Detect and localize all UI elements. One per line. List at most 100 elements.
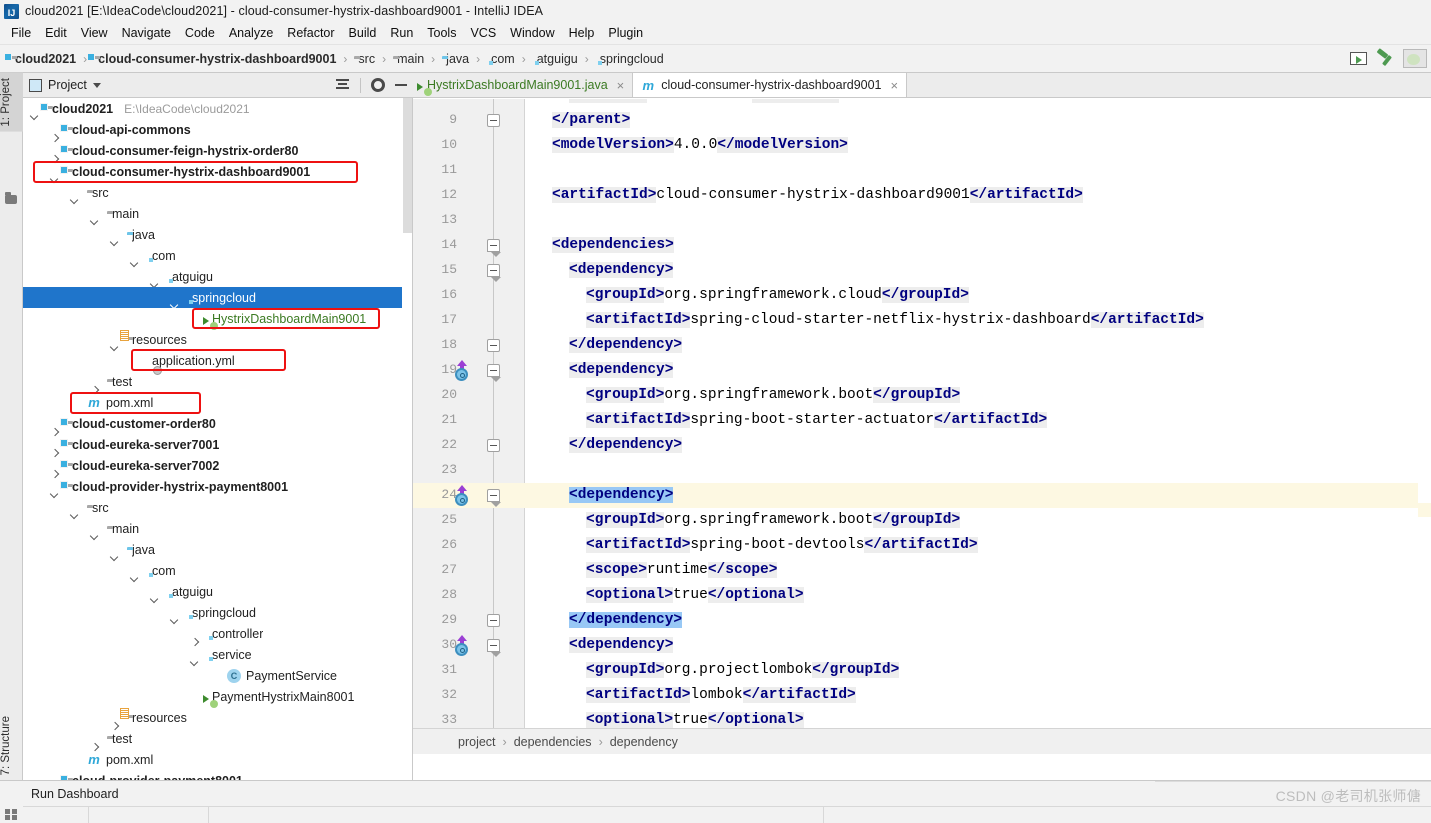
chevron-down-icon[interactable] bbox=[92, 82, 101, 88]
tool-tab-structure[interactable]: 7: Structure bbox=[0, 711, 23, 780]
gutter-line-8[interactable]: 8 bbox=[413, 99, 525, 108]
menu-item-run[interactable]: Run bbox=[383, 24, 420, 42]
gutter-line-20[interactable]: 20 bbox=[413, 383, 525, 408]
gutter-line-32[interactable]: 32 bbox=[413, 683, 525, 708]
tree-node-cloud-api-commons[interactable]: cloud-api-commons bbox=[23, 119, 413, 140]
menu-item-view[interactable]: View bbox=[74, 24, 115, 42]
fold-end-icon[interactable] bbox=[487, 439, 500, 452]
code-line-32[interactable]: <artifactId>lombok</artifactId> bbox=[525, 683, 1431, 708]
gutter-line-22[interactable]: 22 bbox=[413, 433, 525, 458]
code-line-20[interactable]: <groupId>org.springframework.boot</group… bbox=[525, 383, 1431, 408]
menu-item-vcs[interactable]: VCS bbox=[463, 24, 503, 42]
tree-node-cloud-consumer-feign-hystrix-order80[interactable]: cloud-consumer-feign-hystrix-order80 bbox=[23, 140, 413, 161]
gutter-line-11[interactable]: 11 bbox=[413, 158, 525, 183]
gutter-line-15[interactable]: 15 bbox=[413, 258, 525, 283]
breadcrumb-item-atguigu[interactable]: atguigu bbox=[530, 51, 581, 67]
gutter-line-12[interactable]: 12 bbox=[413, 183, 525, 208]
tree-node-cloud-eureka-server7002[interactable]: cloud-eureka-server7002 bbox=[23, 455, 413, 476]
code-text-area[interactable]: <version>1.0-SNAPSHOT</version> </parent>… bbox=[525, 99, 1431, 754]
tree-node-src[interactable]: src bbox=[23, 182, 413, 203]
code-line-10[interactable]: <modelVersion>4.0.0</modelVersion> bbox=[525, 133, 1431, 158]
tree-node-cloud-customer-order80[interactable]: cloud-customer-order80 bbox=[23, 413, 413, 434]
maven-dependency-marker-icon[interactable] bbox=[453, 635, 471, 657]
gutter-line-29[interactable]: 29 bbox=[413, 608, 525, 633]
gutter-line-27[interactable]: 27 bbox=[413, 558, 525, 583]
code-line-15[interactable]: <dependency> bbox=[525, 258, 1431, 283]
run-dashboard-tab[interactable]: Run Dashboard bbox=[23, 781, 1203, 806]
tree-node-test[interactable]: test bbox=[23, 728, 413, 749]
tree-node-springcloud[interactable]: springcloud bbox=[23, 287, 413, 308]
menu-item-plugin[interactable]: Plugin bbox=[601, 24, 650, 42]
fold-expanded-icon[interactable] bbox=[487, 239, 501, 257]
tree-node-hystrixdashboardmain9001[interactable]: HystrixDashboardMain9001 bbox=[23, 308, 413, 329]
code-line-18[interactable]: </dependency> bbox=[525, 333, 1431, 358]
editor-tab-1[interactable]: HystrixDashboardMain9001.java × bbox=[413, 73, 634, 97]
gutter-line-31[interactable]: 31 bbox=[413, 658, 525, 683]
gutter-line-30[interactable]: 30 bbox=[413, 633, 525, 658]
tree-node-controller[interactable]: controller bbox=[23, 623, 413, 644]
gutter-line-13[interactable]: 13 bbox=[413, 208, 525, 233]
code-line-26[interactable]: <artifactId>spring-boot-devtools</artifa… bbox=[525, 533, 1431, 558]
menu-item-help[interactable]: Help bbox=[562, 24, 602, 42]
code-line-13[interactable] bbox=[525, 208, 1431, 233]
code-line-9[interactable]: </parent> bbox=[525, 108, 1431, 133]
gutter-line-23[interactable]: 23 bbox=[413, 458, 525, 483]
breadcrumb-item-src[interactable]: src bbox=[351, 51, 378, 67]
tree-node-cloud2021[interactable]: cloud2021 E:\IdeaCode\cloud2021 bbox=[23, 98, 413, 119]
gutter-line-25[interactable]: 25 bbox=[413, 508, 525, 533]
search-everywhere-icon[interactable] bbox=[1403, 49, 1427, 68]
build-hammer-icon[interactable] bbox=[1376, 50, 1394, 67]
code-line-29[interactable]: </dependency> bbox=[525, 608, 1431, 633]
gutter-line-24[interactable]: 24 bbox=[413, 483, 525, 508]
tree-node-springcloud[interactable]: springcloud bbox=[23, 602, 413, 623]
tree-node-test[interactable]: test bbox=[23, 371, 413, 392]
settings-gear-icon[interactable] bbox=[371, 78, 385, 92]
fold-expanded-icon[interactable] bbox=[487, 639, 501, 657]
gutter-line-19[interactable]: 19 bbox=[413, 358, 525, 383]
editor-scrollbar[interactable] bbox=[1418, 99, 1431, 754]
project-tree[interactable]: cloud2021 E:\IdeaCode\cloud2021 cloud-api-… bbox=[23, 98, 413, 780]
breadcrumb-item-cloud-consumer-hystrix-dashboard9001[interactable]: cloud-consumer-hystrix-dashboard9001 bbox=[91, 51, 339, 67]
tree-node-cloud-consumer-hystrix-dashboard9001[interactable]: cloud-consumer-hystrix-dashboard9001 bbox=[23, 161, 413, 182]
tree-node-application-yml[interactable]: application.yml bbox=[23, 350, 413, 371]
code-line-11[interactable] bbox=[525, 158, 1431, 183]
code-line-30[interactable]: <dependency> bbox=[525, 633, 1431, 658]
tree-node-java[interactable]: java bbox=[23, 539, 413, 560]
fold-end-icon[interactable] bbox=[487, 339, 500, 352]
code-line-19[interactable]: <dependency> bbox=[525, 358, 1431, 383]
tree-node-paymenthystrixmain8001[interactable]: PaymentHystrixMain8001 bbox=[23, 686, 413, 707]
tree-node-main[interactable]: main bbox=[23, 203, 413, 224]
gutter-line-26[interactable]: 26 bbox=[413, 533, 525, 558]
menu-item-build[interactable]: Build bbox=[342, 24, 384, 42]
code-line-12[interactable]: <artifactId>cloud-consumer-hystrix-dashb… bbox=[525, 183, 1431, 208]
editor-breadcrumb-item-dependency[interactable]: dependency bbox=[610, 735, 678, 749]
code-line-8[interactable]: <version>1.0-SNAPSHOT</version> bbox=[525, 99, 1431, 108]
tree-node-cloud-provider-hystrix-payment8001[interactable]: cloud-provider-hystrix-payment8001 bbox=[23, 476, 413, 497]
menu-item-edit[interactable]: Edit bbox=[38, 24, 74, 42]
breadcrumb-item-main[interactable]: main bbox=[390, 51, 427, 67]
tree-node-resources[interactable]: resources bbox=[23, 707, 413, 728]
menu-item-code[interactable]: Code bbox=[178, 24, 222, 42]
editor-breadcrumb-item-dependencies[interactable]: dependencies bbox=[514, 735, 592, 749]
tree-node-atguigu[interactable]: atguigu bbox=[23, 581, 413, 602]
breadcrumb-item-java[interactable]: java bbox=[439, 51, 472, 67]
code-line-31[interactable]: <groupId>org.projectlombok</groupId> bbox=[525, 658, 1431, 683]
tree-node-cloud-provider-payment8001[interactable]: cloud-provider-payment8001 bbox=[23, 770, 413, 781]
breadcrumb-item-springcloud[interactable]: springcloud bbox=[593, 51, 667, 67]
code-line-27[interactable]: <scope>runtime</scope> bbox=[525, 558, 1431, 583]
menu-item-file[interactable]: File bbox=[4, 24, 38, 42]
code-line-21[interactable]: <artifactId>spring-boot-starter-actuator… bbox=[525, 408, 1431, 433]
code-line-23[interactable] bbox=[525, 458, 1431, 483]
fold-end-icon[interactable] bbox=[487, 614, 500, 627]
tree-node-atguigu[interactable]: atguigu bbox=[23, 266, 413, 287]
code-line-24[interactable]: <dependency> bbox=[525, 483, 1431, 508]
tree-node-pom-xml[interactable]: m pom.xml bbox=[23, 392, 413, 413]
code-line-14[interactable]: <dependencies> bbox=[525, 233, 1431, 258]
gutter-line-28[interactable]: 28 bbox=[413, 583, 525, 608]
tree-node-java[interactable]: java bbox=[23, 224, 413, 245]
code-line-22[interactable]: </dependency> bbox=[525, 433, 1431, 458]
gutter-line-9[interactable]: 9 bbox=[413, 108, 525, 133]
code-line-25[interactable]: <groupId>org.springframework.boot</group… bbox=[525, 508, 1431, 533]
run-configuration-icon[interactable] bbox=[1350, 52, 1367, 65]
tree-node-resources[interactable]: resources bbox=[23, 329, 413, 350]
